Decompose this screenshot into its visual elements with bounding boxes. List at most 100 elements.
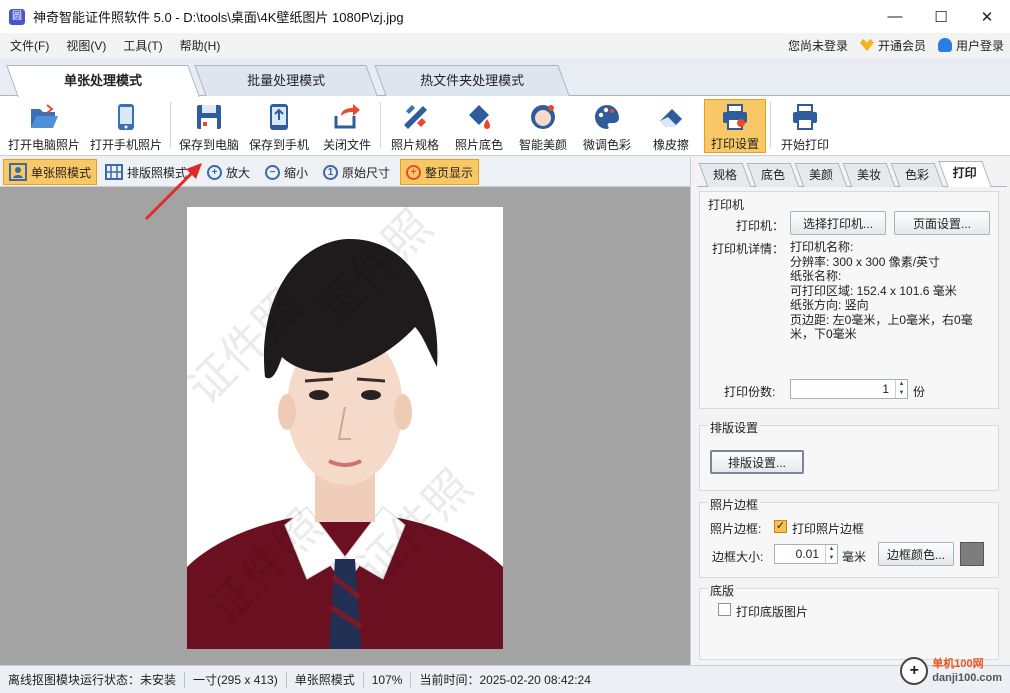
ruler-pen-icon bbox=[400, 102, 430, 132]
tab-batch-mode-label: 批量处理模式 bbox=[247, 73, 326, 88]
maximize-button[interactable]: ☐ bbox=[918, 0, 964, 33]
spin-arrows-icon[interactable]: ▲ ▼ bbox=[895, 380, 907, 398]
status-bar: 离线抠图模块运行状态：未安装 一寸(295 x 413) 单张照模式 107% … bbox=[0, 665, 1010, 693]
eraser-button[interactable]: 橡皮擦 bbox=[642, 99, 700, 153]
view-toolbar: 单张照模式 排版照模式 + 放大 − 缩小 1 原始尺寸 + 整页显示 bbox=[0, 157, 690, 187]
menu-tools[interactable]: 工具(T) bbox=[113, 37, 169, 54]
close-window-button[interactable]: ✕ bbox=[964, 0, 1010, 33]
copies-unit: 份 bbox=[913, 385, 926, 399]
user-login-label: 用户登录 bbox=[955, 39, 1004, 53]
save-to-phone-button[interactable]: 保存到手机 bbox=[246, 99, 312, 153]
eraser-label: 橡皮擦 bbox=[652, 138, 689, 152]
photo-background-button[interactable]: 照片底色 bbox=[450, 99, 508, 153]
spin-arrows-icon[interactable]: ▲ ▼ bbox=[825, 545, 837, 563]
window-title: 神奇智能证件照软件 5.0 - D:\tools\桌面\4K壁纸图片 1080P… bbox=[33, 10, 404, 25]
tab-background-label: 底色 bbox=[760, 168, 785, 182]
page-setup-button[interactable]: 页面设置... bbox=[894, 211, 990, 235]
printer-detail-line: 纸张方向: 竖向 bbox=[790, 298, 869, 312]
open-phone-photo-button[interactable]: 打开手机照片 bbox=[86, 99, 166, 153]
layout-settings-group: 排版设置 排版设置... bbox=[699, 419, 999, 491]
border-color-button[interactable]: 边框颜色... bbox=[878, 542, 954, 566]
actual-size-icon: 1 bbox=[323, 164, 338, 180]
save-to-pc-button[interactable]: 保存到电脑 bbox=[174, 99, 244, 153]
single-photo-mode-button[interactable]: 单张照模式 bbox=[3, 159, 98, 185]
border-size-unit: 毫米 bbox=[842, 550, 867, 564]
palette-icon bbox=[592, 102, 622, 132]
menu-view[interactable]: 视图(V) bbox=[56, 37, 113, 54]
tab-single-mode[interactable]: 单张处理模式 bbox=[6, 65, 200, 97]
login-status[interactable]: 您尚未登录 bbox=[788, 37, 848, 54]
smart-beauty-label: 智能美颜 bbox=[518, 138, 567, 152]
border-color-swatch[interactable] bbox=[960, 542, 984, 566]
close-file-button[interactable]: 关闭文件 bbox=[318, 99, 376, 153]
printer-details-label: 打印机详情： bbox=[712, 242, 785, 256]
printer-label: 打印机： bbox=[736, 219, 785, 233]
printer-group: 打印机 打印机： 选择打印机... 页面设置... 打印机详情： 打印机名称: … bbox=[699, 191, 999, 409]
smart-beauty-button[interactable]: 智能美颜 bbox=[514, 99, 572, 153]
vip-button[interactable]: 开通会员 bbox=[859, 37, 926, 54]
print-border-checkbox-label[interactable]: 打印照片边框 bbox=[792, 520, 864, 537]
printer-detail-line: 米，下0毫米 bbox=[790, 327, 857, 341]
fit-page-label: 整页显示 bbox=[425, 165, 474, 180]
printer-detail-line: 可打印区域: 152.4 x 101.6 毫米 bbox=[790, 283, 957, 298]
toolbar-separator bbox=[170, 102, 171, 148]
border-size-spinbox[interactable]: 0.01 ▲ ▼ bbox=[774, 544, 838, 564]
menu-file[interactable]: 文件(F) bbox=[0, 37, 56, 54]
paint-bucket-icon bbox=[464, 102, 494, 132]
site-url: danji100.com bbox=[932, 672, 1002, 684]
red-arrow-annotation bbox=[144, 163, 202, 221]
original-size-button[interactable]: 1 原始尺寸 bbox=[318, 159, 395, 185]
status-mode: 单张照模式 bbox=[287, 671, 364, 688]
user-login-button[interactable]: 用户登录 bbox=[937, 37, 1004, 54]
layout-settings-button[interactable]: 排版设置... bbox=[710, 450, 804, 474]
tab-color-label: 色彩 bbox=[904, 168, 929, 182]
tab-makeup[interactable]: 美妆 bbox=[842, 163, 896, 187]
printer-group-title: 打印机 bbox=[708, 198, 745, 212]
color-adjust-label: 微调色彩 bbox=[582, 138, 631, 152]
tab-background[interactable]: 底色 bbox=[746, 163, 800, 187]
toolbar-separator bbox=[380, 102, 381, 148]
open-phone-photo-label: 打开手机照片 bbox=[89, 138, 162, 152]
photo-canvas[interactable]: 证件照 证件照 证件照 证件照 bbox=[0, 163, 690, 665]
settings-panel: 规格 底色 美颜 美妆 色彩 打印 打印机 打印机： 选择打印机... 页面设置… bbox=[690, 157, 1010, 665]
print-base-checkbox-label[interactable]: 打印底版图片 bbox=[736, 603, 808, 620]
printer-detail-line: 纸张名称: bbox=[790, 269, 842, 283]
zoom-out-button[interactable]: − 缩小 bbox=[260, 159, 313, 185]
start-print-button[interactable]: 开始打印 bbox=[776, 99, 834, 153]
tab-spec[interactable]: 规格 bbox=[698, 163, 752, 187]
print-settings-label: 打印设置 bbox=[710, 137, 759, 151]
app-logo-icon: 圆 bbox=[9, 8, 25, 25]
single-photo-mode-label: 单张照模式 bbox=[31, 165, 92, 180]
tab-makeup-label: 美妆 bbox=[856, 168, 881, 182]
settings-tab-bar: 规格 底色 美颜 美妆 色彩 打印 bbox=[697, 161, 1007, 187]
print-border-checkbox[interactable]: ✓ bbox=[774, 520, 787, 533]
status-zoom: 107% bbox=[364, 671, 412, 688]
minimize-button[interactable]: — bbox=[872, 0, 918, 33]
tab-print[interactable]: 打印 bbox=[938, 161, 992, 187]
select-printer-button[interactable]: 选择打印机... bbox=[790, 211, 886, 235]
tab-color[interactable]: 色彩 bbox=[890, 163, 944, 187]
printer-detail-line: 页边距: 左0毫米，上0毫米，右0毫 bbox=[790, 312, 973, 327]
menu-help[interactable]: 帮助(H) bbox=[170, 37, 228, 54]
menu-bar: 文件(F) 视图(V) 工具(T) 帮助(H) 您尚未登录 开通会员 用户登录 bbox=[0, 33, 1010, 58]
printer-icon bbox=[790, 102, 820, 132]
print-settings-button[interactable]: 打印设置 bbox=[704, 99, 766, 153]
eraser-icon bbox=[656, 102, 686, 132]
status-matting-module: 离线抠图模块运行状态：未安装 bbox=[0, 671, 186, 688]
tab-batch-mode[interactable]: 批量处理模式 bbox=[194, 65, 378, 96]
status-photo-size: 一寸(295 x 413) bbox=[185, 671, 287, 688]
close-file-icon bbox=[332, 102, 362, 132]
zoom-out-label: 缩小 bbox=[284, 165, 309, 180]
site-logo-icon: + bbox=[900, 657, 929, 685]
tab-spec-label: 规格 bbox=[712, 168, 737, 182]
open-pc-photo-button[interactable]: 打开电脑照片 bbox=[4, 99, 84, 153]
tab-hotfolder-mode[interactable]: 热文件夹处理模式 bbox=[374, 65, 570, 96]
save-disk-icon bbox=[194, 102, 224, 132]
print-base-checkbox[interactable] bbox=[718, 603, 731, 616]
tab-beauty[interactable]: 美颜 bbox=[794, 163, 848, 187]
photo-spec-button[interactable]: 照片规格 bbox=[386, 99, 444, 153]
copies-spinbox[interactable]: 1 ▲ ▼ bbox=[790, 379, 908, 399]
toolbar-separator bbox=[770, 102, 771, 148]
fit-page-button[interactable]: + 整页显示 bbox=[400, 159, 480, 185]
color-adjust-button[interactable]: 微调色彩 bbox=[578, 99, 636, 153]
